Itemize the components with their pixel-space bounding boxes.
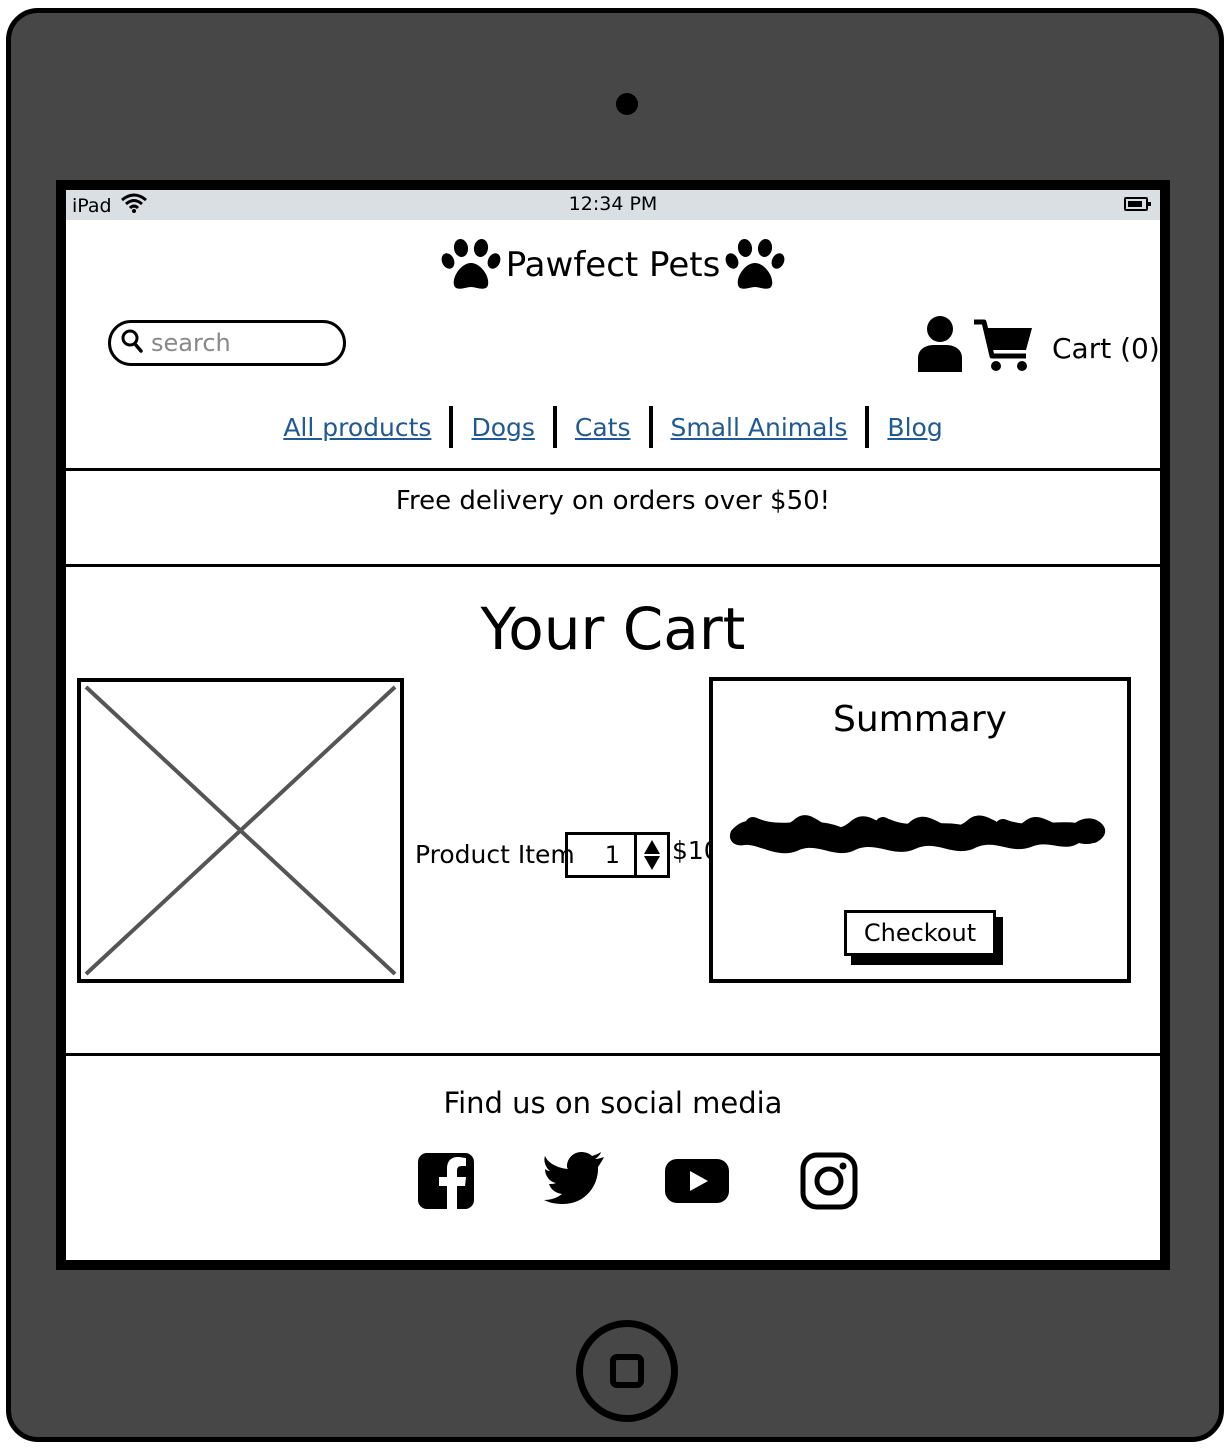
twitter-icon[interactable]: [544, 1152, 604, 1208]
divider: [66, 468, 1160, 471]
redacted-text-scribble: [729, 815, 1106, 854]
promo-banner: Free delivery on orders over $50!: [395, 486, 831, 516]
nav-item-cats[interactable]: Cats: [557, 413, 649, 442]
summary-title: Summary: [833, 699, 1007, 740]
quantity-stepper[interactable]: [634, 832, 670, 878]
instagram-icon[interactable]: [800, 1152, 858, 1214]
home-button[interactable]: [576, 1320, 678, 1422]
nav-item-dogs[interactable]: Dogs: [453, 413, 552, 442]
divider: [66, 1053, 1160, 1056]
summary-panel: Summary Checkout: [709, 677, 1131, 983]
brand-name: Pawfect Pets: [505, 245, 721, 285]
home-button-square: [610, 1354, 644, 1388]
product-image-placeholder: [77, 678, 404, 983]
divider: [66, 564, 1160, 567]
battery-icon: [1124, 197, 1151, 211]
quantity-input[interactable]: 1: [565, 832, 637, 878]
nav-item-blog[interactable]: Blog: [869, 413, 960, 442]
brand[interactable]: Pawfect Pets: [66, 230, 1160, 300]
paw-icon: [440, 237, 502, 293]
main-nav: All products Dogs Cats Small Animals Blo…: [66, 404, 1160, 450]
cart-link[interactable]: Cart (0): [1052, 332, 1160, 365]
nav-item-small-animals[interactable]: Small Animals: [653, 413, 866, 442]
search-input[interactable]: [151, 329, 331, 357]
youtube-icon[interactable]: [664, 1152, 730, 1214]
page-title: Your Cart: [480, 595, 746, 663]
social-heading: Find us on social media: [443, 1086, 783, 1120]
shopping-cart-icon[interactable]: [972, 318, 1036, 378]
quantity-value: 1: [604, 841, 620, 869]
nav-item-all-products[interactable]: All products: [265, 413, 449, 442]
camera-dot: [616, 93, 638, 115]
checkout-button[interactable]: Checkout: [844, 910, 996, 956]
user-icon[interactable]: [916, 316, 964, 376]
product-price: $10: [672, 836, 710, 865]
status-time: 12:34 PM: [568, 193, 658, 215]
product-name: Product Item: [415, 840, 575, 869]
screen: iPad 12:34 PM Pawfect Pets search Cart (…: [56, 180, 1170, 1270]
facebook-icon[interactable]: [417, 1152, 475, 1214]
paw-icon: [724, 237, 786, 293]
search-box[interactable]: [108, 320, 346, 366]
search-icon: [121, 329, 143, 357]
status-bar: iPad 12:34 PM: [66, 190, 1160, 220]
